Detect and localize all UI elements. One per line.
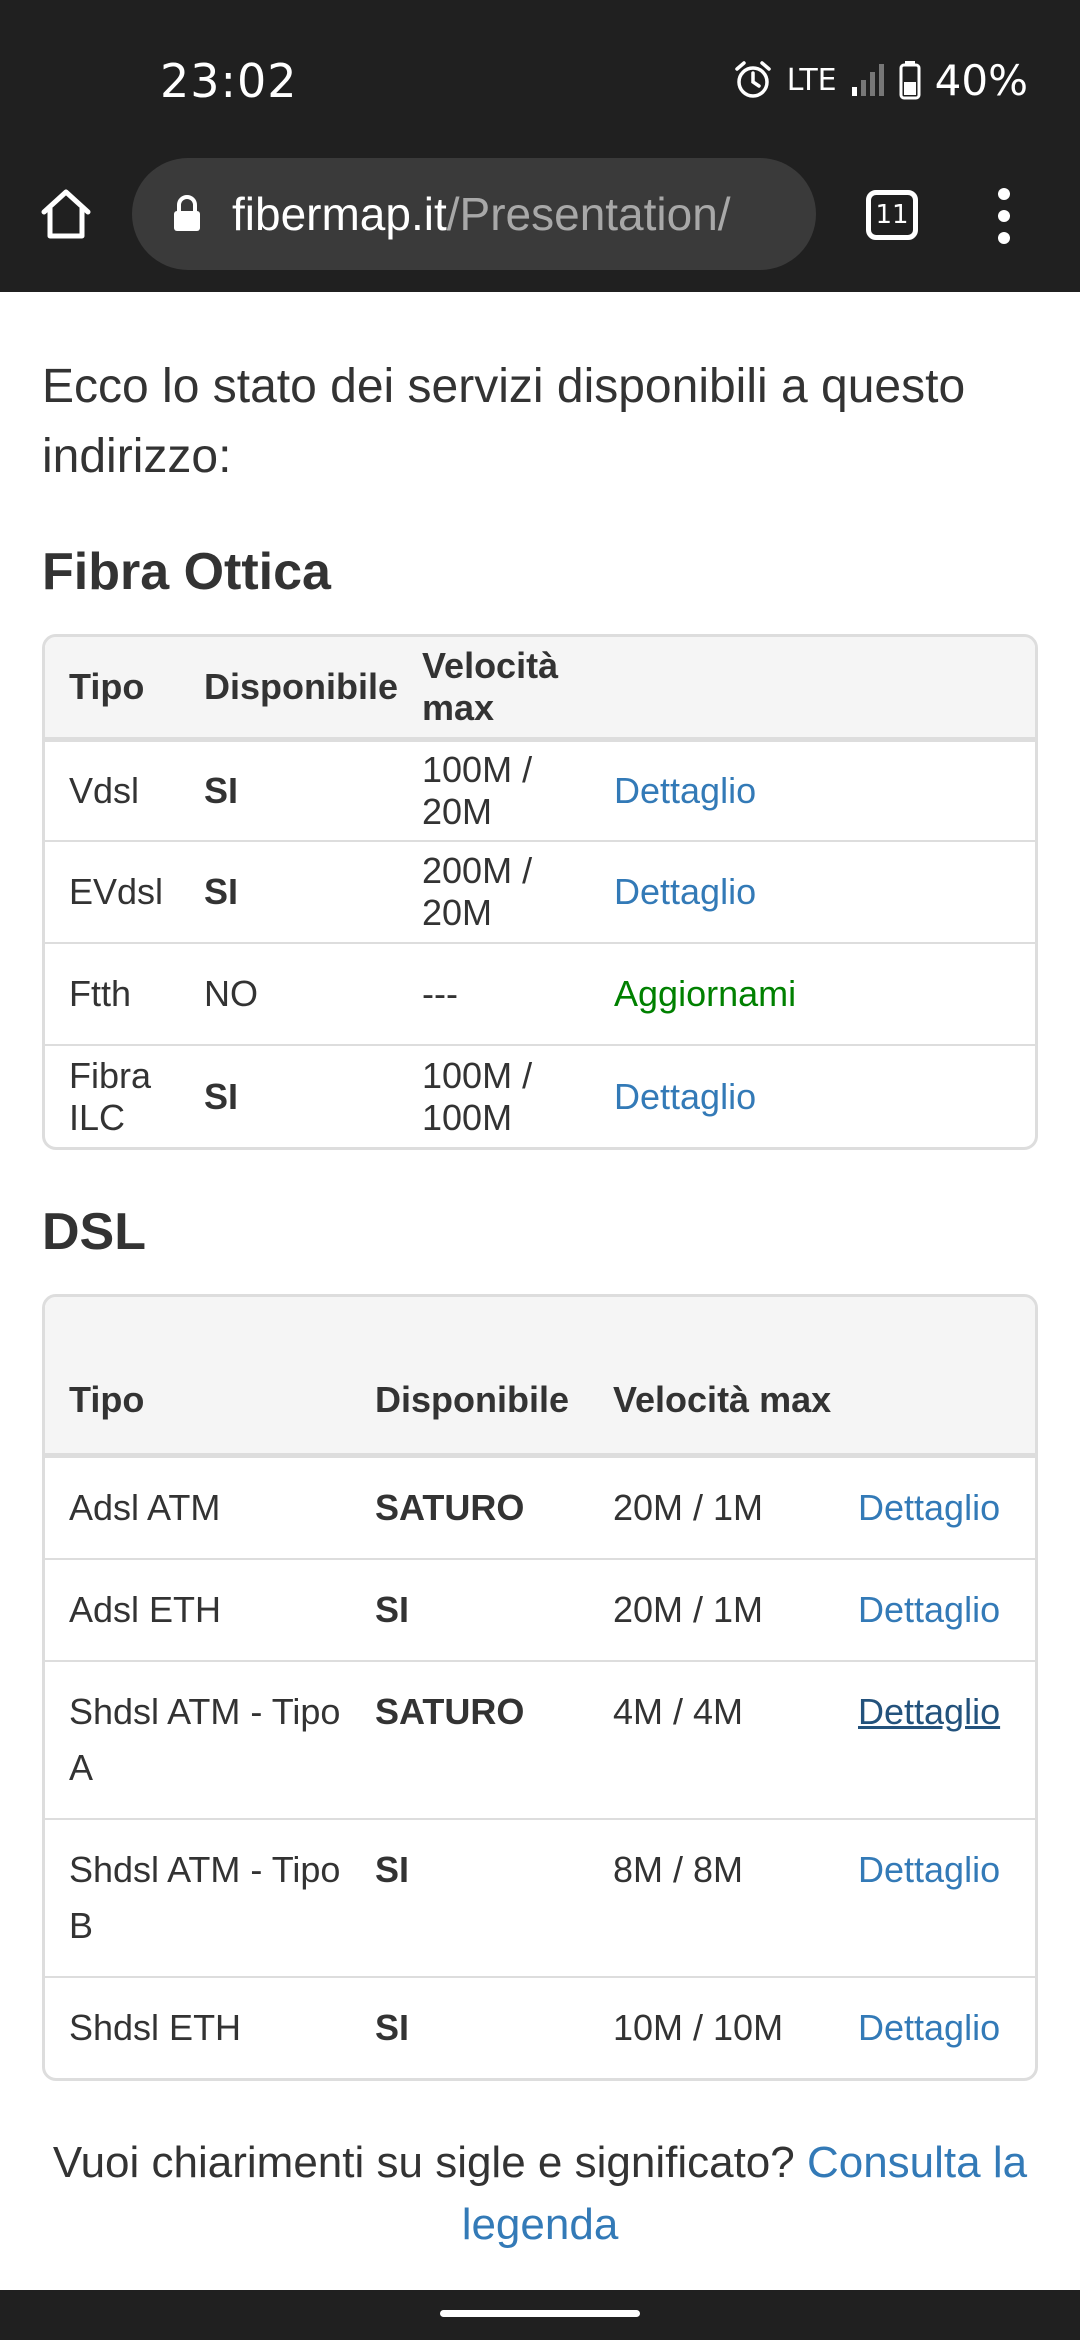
dettaglio-link[interactable]: Dettaglio	[858, 1691, 1000, 1732]
cell-velocita: 4M / 4M	[589, 1659, 834, 1819]
cell-disponibile: SI	[204, 769, 239, 811]
alarm-icon	[733, 60, 773, 100]
table-row: Shdsl ATM - Tipo B SI 8M / 8M Dettaglio	[45, 1817, 1035, 1977]
cell-velocita: 8M / 8M	[589, 1817, 834, 1977]
aggiornami-link[interactable]: Aggiornami	[614, 973, 796, 1014]
fibra-title: Fibra Ottica	[42, 543, 331, 601]
cell-velocita: 200M / 20M	[398, 840, 591, 943]
browser-toolbar: fibermap.it/Presentation/ 11	[0, 140, 1080, 292]
legend-question: Vuoi chiarimenti su sigle e significato?	[52, 2138, 795, 2187]
url-text: fibermap.it/Presentation/	[232, 187, 731, 241]
dettaglio-link[interactable]: Dettaglio	[858, 1487, 1000, 1528]
col-header-velocita: Velocità max	[398, 637, 591, 742]
cell-velocita: 20M / 1M	[589, 1557, 834, 1661]
legend-hint: Vuoi chiarimenti su sigle e significato?…	[20, 2132, 1060, 2256]
col-header-velocita: Velocità max	[589, 1297, 834, 1458]
signal-icon	[851, 63, 885, 97]
col-header-action	[590, 637, 1035, 742]
more-menu-icon[interactable]	[984, 184, 1024, 248]
table-header-row: Tipo Disponibile Velocità max	[45, 1297, 1035, 1458]
intro-text: Ecco lo stato dei servizi disponibili a …	[42, 360, 966, 483]
table-row: Vdsl SI 100M / 20M Dettaglio	[45, 739, 1035, 841]
cell-disponibile: SI	[180, 1044, 399, 1147]
dettaglio-link[interactable]: Dettaglio	[614, 770, 756, 811]
cell-velocita: 20M / 1M	[613, 1486, 764, 1528]
battery-icon	[899, 60, 921, 100]
col-header-action	[834, 1297, 1035, 1458]
battery-percent: 40%	[934, 55, 1028, 105]
status-time: 23:02	[160, 54, 298, 108]
cell-velocita: ---	[398, 942, 591, 1045]
lock-icon	[172, 195, 202, 233]
cell-disponibile: NO	[180, 942, 399, 1045]
cell-tipo: Ftth	[45, 942, 180, 1045]
cell-tipo: Vdsl	[69, 769, 140, 811]
dsl-title: DSL	[42, 1203, 146, 1261]
cell-disponibile: SATURO	[351, 1659, 589, 1819]
tab-switcher-button[interactable]: 11	[866, 190, 918, 240]
dettaglio-link[interactable]: Dettaglio	[858, 2007, 1000, 2048]
url-path: /Presentation/	[446, 188, 731, 240]
col-header-disponibile: Disponibile	[180, 637, 399, 742]
network-type: LTE	[786, 62, 837, 98]
col-header-tipo: Tipo	[45, 637, 180, 742]
cell-tipo: Shdsl ATM - Tipo B	[45, 1817, 351, 1977]
table-row: Shdsl ATM - Tipo A SATURO 4M / 4M Dettag…	[45, 1659, 1035, 1819]
table-row: Adsl ATM SATURO 20M / 1M Dettaglio	[45, 1455, 1035, 1559]
cell-velocita: 100M / 20M	[422, 748, 533, 832]
cell-disponibile: SI	[351, 1557, 589, 1661]
table-row: EVdsl SI 200M / 20M Dettaglio	[45, 840, 1035, 943]
col-header-tipo: Tipo	[45, 1297, 351, 1458]
cell-tipo: Adsl ATM	[69, 1486, 221, 1528]
cell-disponibile: SI	[351, 1817, 589, 1977]
dettaglio-link[interactable]: Dettaglio	[858, 1589, 1000, 1630]
table-row: Shdsl ETH SI 10M / 10M Dettaglio	[45, 1975, 1035, 2078]
dettaglio-link[interactable]: Dettaglio	[614, 1076, 756, 1117]
status-bar: 23:02 LTE 40%	[0, 0, 1080, 140]
dettaglio-link[interactable]: Dettaglio	[858, 1849, 1000, 1890]
url-domain: fibermap.it	[232, 188, 447, 240]
cell-tipo: Adsl ETH	[45, 1557, 351, 1661]
table-row: Ftth NO --- Aggiornami	[45, 942, 1035, 1045]
cell-disponibile: SI	[180, 840, 399, 943]
dsl-table: Tipo Disponibile Velocità max Adsl ATM S…	[42, 1294, 1038, 2081]
table-row: Adsl ETH SI 20M / 1M Dettaglio	[45, 1557, 1035, 1661]
dettaglio-link[interactable]: Dettaglio	[614, 871, 756, 912]
status-icons: LTE 40%	[733, 55, 1028, 105]
cell-disponibile: SI	[351, 1975, 589, 2078]
home-gesture-handle[interactable]	[440, 2310, 640, 2317]
home-icon[interactable]	[36, 184, 96, 244]
cell-tipo: Shdsl ETH	[45, 1975, 351, 2078]
url-bar[interactable]: fibermap.it/Presentation/	[132, 158, 816, 270]
nav-bar	[0, 2290, 1080, 2340]
cell-disponibile: SATURO	[375, 1486, 525, 1528]
cell-tipo: EVdsl	[45, 840, 180, 943]
cell-velocita: 10M / 10M	[589, 1975, 834, 2078]
cell-tipo: Shdsl ATM - Tipo A	[45, 1659, 351, 1819]
table-header-row: Tipo Disponibile Velocità max	[45, 637, 1035, 742]
cell-tipo: Fibra ILC	[45, 1044, 180, 1147]
col-header-disponibile: Disponibile	[351, 1297, 589, 1458]
fibra-table: Tipo Disponibile Velocità max Vdsl SI 10…	[42, 634, 1038, 1150]
table-row: Fibra ILC SI 100M / 100M Dettaglio	[45, 1044, 1035, 1147]
cell-velocita: 100M / 100M	[398, 1044, 591, 1147]
page-content: Ecco lo stato dei servizi disponibili a …	[0, 292, 1080, 2290]
